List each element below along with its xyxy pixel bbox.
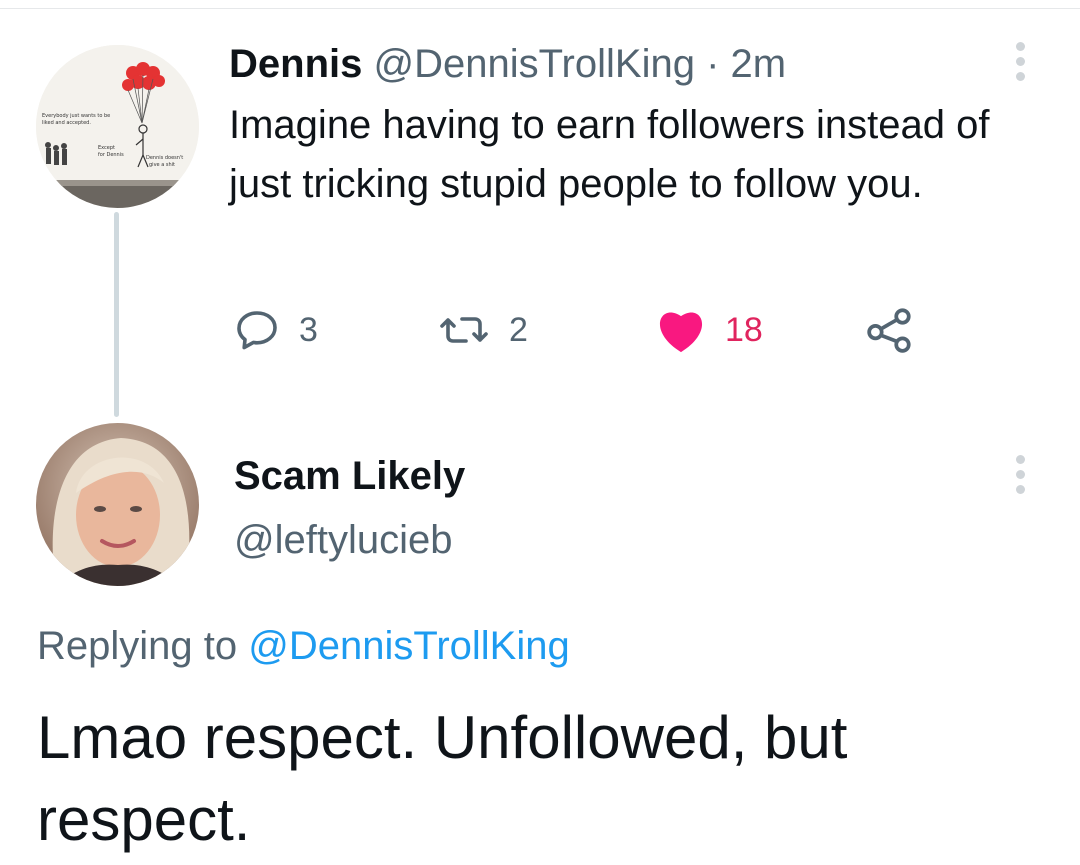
retweet-count: 2 bbox=[509, 310, 528, 349]
reply-handle[interactable]: @leftylucieb bbox=[234, 516, 452, 564]
parent-tweet-header: Dennis @DennisTrollKing · 2m bbox=[229, 40, 786, 88]
svg-text:liked and accepted.: liked and accepted. bbox=[42, 120, 91, 126]
scam-likely-avatar[interactable] bbox=[36, 423, 199, 586]
user-photo-avatar-icon bbox=[36, 423, 199, 586]
parent-tweet-text: Imagine having to earn followers instead… bbox=[229, 103, 990, 206]
dennis-avatar[interactable]: Everybody just wants to be liked and acc… bbox=[36, 45, 199, 208]
balloon-drawing-avatar-icon: Everybody just wants to be liked and acc… bbox=[36, 45, 199, 208]
thread-line bbox=[114, 212, 119, 417]
retweet-icon bbox=[440, 317, 488, 343]
share-button[interactable] bbox=[865, 300, 915, 360]
reply-tweet-text: Lmao respect. Unfollowed, but respect. bbox=[37, 704, 848, 853]
reply-button[interactable]: 3 bbox=[233, 300, 318, 360]
svg-text:Except: Except bbox=[98, 145, 115, 151]
replying-to-prefix: Replying to bbox=[37, 624, 238, 668]
reply-more-options-icon[interactable] bbox=[1014, 455, 1026, 494]
header-separator: · bbox=[706, 42, 720, 86]
svg-text:for Dennis: for Dennis bbox=[98, 152, 124, 158]
retweet-button[interactable]: 2 bbox=[437, 300, 528, 360]
parent-display-name[interactable]: Dennis bbox=[229, 42, 362, 86]
heart-icon bbox=[659, 312, 703, 353]
like-count: 18 bbox=[725, 310, 763, 349]
parent-handle[interactable]: @DennisTrollKing bbox=[373, 42, 694, 86]
top-divider bbox=[0, 8, 1080, 9]
svg-text:give a shit: give a shit bbox=[149, 162, 175, 168]
svg-text:Dennis doesn't: Dennis doesn't bbox=[146, 155, 183, 161]
replying-to-mention-link[interactable]: @DennisTrollKing bbox=[248, 624, 569, 668]
parent-more-options-icon[interactable] bbox=[1014, 42, 1026, 81]
share-icon bbox=[867, 308, 911, 353]
replying-to-line: Replying to @DennisTrollKing bbox=[37, 620, 570, 672]
like-button[interactable]: 18 bbox=[655, 300, 763, 360]
svg-text:Everybody just wants to be: Everybody just wants to be bbox=[42, 113, 110, 119]
parent-action-bar: 3 2 18 bbox=[229, 300, 929, 360]
reply-display-name[interactable]: Scam Likely bbox=[234, 452, 465, 500]
reply-count: 3 bbox=[299, 310, 318, 349]
reply-icon bbox=[237, 311, 277, 350]
parent-timestamp[interactable]: 2m bbox=[731, 42, 787, 86]
